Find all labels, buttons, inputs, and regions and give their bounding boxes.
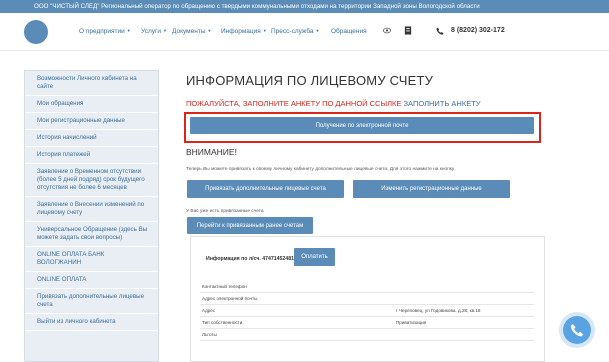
sidebar-item-registration-data[interactable]: Мои регистрационные данные [25,113,158,130]
nav-press[interactable]: Пресс-служба ▼ [271,28,320,35]
nav-documents[interactable]: Документы ▼ [172,28,211,35]
call-button[interactable] [563,316,591,344]
chevron-down-icon: ▼ [262,28,267,33]
top-info-text: ООО "ЧИСТЫЙ СЛЕД" Региональный оператор … [34,3,480,10]
goto-linked-accounts-button[interactable]: Перейти к привязанным ранее счетам [187,217,313,234]
phone-icon [570,324,584,337]
sidebar-item-account-changes[interactable]: Заявление о Внесении изменений по лицево… [25,197,158,222]
nav-services[interactable]: Услуги ▼ [141,28,167,35]
sidebar-item-universal-request[interactable]: Универсальное Обращение (здесь Вы можете… [25,222,158,247]
table-row: Адрес г Череповец, ул Годовикова, д.28, к… [200,305,534,317]
table-row: Адрес электронной почты [200,293,534,305]
linked-accounts-text: У Вас уже есть привязанные счета [186,209,264,214]
pay-button[interactable]: Оплатить [294,248,335,266]
survey-warning-text: ПОЖАЛУЙСТА, ЗАПОЛНИТЕ АНКЕТУ ПО ДАННОЙ С… [186,99,402,108]
chevron-down-icon: ▼ [207,28,212,33]
account-sidebar: Возможности Личного кабинета на сайте Мо… [24,70,159,362]
survey-link[interactable]: ЗАПОЛНИТЬ АНКЕТУ [404,99,481,108]
table-row: Тип собственности Приватизация [200,317,534,329]
document-icon[interactable] [404,26,412,35]
sidebar-item-online-pay[interactable]: ONLINE ОПЛАТА [25,272,158,289]
phone-icon [436,27,444,35]
sidebar-item-features[interactable]: Возможности Личного кабинета на сайте [25,71,158,96]
nav-information[interactable]: Информация ▼ [221,28,267,35]
eye-icon[interactable] [383,27,391,34]
sidebar-item-charges-history[interactable]: История начислений [25,130,158,147]
table-row: Льготы [200,329,534,341]
bind-accounts-button[interactable]: Привязать дополнительные лицевые счета [187,180,344,198]
sidebar-item-my-requests[interactable]: Мои обращения [25,96,158,113]
account-number-label: Информация по л/сч. 47471452481 [206,256,294,262]
change-registration-button[interactable]: Изменить регистрационные данные [353,180,510,198]
email-delivery-button[interactable]: Получение по электронной почте [190,117,534,134]
sidebar-item-online-pay-bank[interactable]: ONLINE ОПЛАТА БАНК ВОЛОГЖАНИН [25,247,158,272]
nav-about[interactable]: О предприятии ▼ [79,28,131,35]
site-logo[interactable] [24,20,48,44]
chevron-down-icon: ▼ [126,28,131,33]
attention-text: Теперь Вы можете привязать к своему личн… [186,167,455,172]
sidebar-item-payments-history[interactable]: История платежей [25,147,158,164]
chevron-down-icon: ▼ [315,28,320,33]
phone-number[interactable]: 8 (8202) 302-172 [451,27,505,34]
page-title: ИНФОРМАЦИЯ ПО ЛИЦЕВОМУ СЧЕТУ [186,73,434,88]
account-info-panel: Информация по л/сч. 47471452481 Оплатить… [190,236,545,362]
site-header: О предприятии ▼ Услуги ▼ Документы ▼ Информ… [0,13,609,51]
table-row: Контактный телефон [200,281,534,293]
attention-title: ВНИМАНИЕ! [186,147,237,157]
survey-warning: ПОЖАЛУЙСТА, ЗАПОЛНИТЕ АНКЕТУ ПО ДАННОЙ С… [186,99,481,108]
nav-requests[interactable]: Обращения [331,28,367,35]
top-info-bar: ООО "ЧИСТЫЙ СЛЕД" Региональный оператор … [0,0,609,13]
sidebar-item-logout[interactable]: Выйти из личного кабинета [25,314,158,331]
chevron-down-icon: ▼ [163,28,167,33]
sidebar-item-bind-accounts[interactable]: Привязать дополнительные лицевые счета [25,289,158,314]
account-details-table: Контактный телефон Адрес электронной поч… [200,281,534,341]
sidebar-item-temporary-absence[interactable]: Заявление о Временном отсутствии (более … [25,164,158,197]
